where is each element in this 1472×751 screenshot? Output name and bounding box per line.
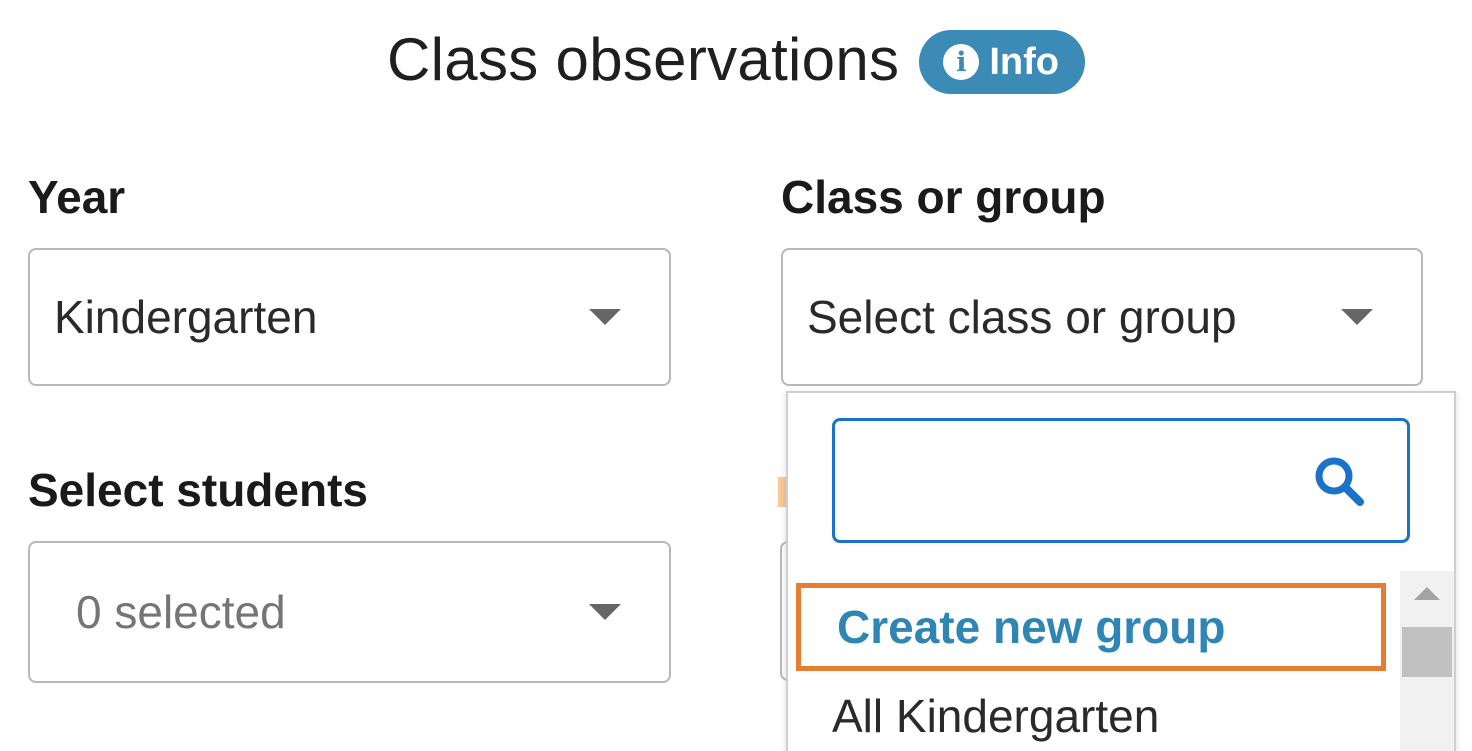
dropdown-option-list: Create new group All Kindergarten [788,571,1398,751]
year-label: Year [28,171,126,223]
select-students-select[interactable]: 0 selected [28,541,671,683]
info-circle-icon: i [943,44,980,80]
chevron-down-icon [589,309,621,325]
info-button-label: Info [989,40,1059,83]
scrollbar-thumb[interactable] [1402,627,1452,677]
scroll-up-arrow-icon[interactable] [1414,587,1440,600]
page-header: Class observations i Info [0,20,1472,100]
page-title: Class observations [387,26,900,93]
info-button[interactable]: i Info [919,30,1085,94]
chevron-down-icon [589,604,621,620]
dropdown-search-input[interactable] [835,421,1407,540]
dropdown-search-field[interactable] [832,418,1410,543]
year-select[interactable]: Kindergarten [28,248,671,386]
dropdown-scrollbar[interactable] [1400,571,1454,751]
class-or-group-select[interactable]: Select class or group [781,248,1423,386]
class-or-group-dropdown: Create new group All Kindergarten [786,391,1456,751]
select-students-label: Select students [28,464,368,516]
chevron-down-icon [1341,309,1373,325]
select-students-value: 0 selected [76,586,286,638]
class-or-group-select-placeholder: Select class or group [807,291,1237,343]
dropdown-option[interactable]: All Kindergarten [788,689,1442,743]
year-select-value: Kindergarten [54,291,318,343]
class-or-group-label: Class or group [781,171,1106,223]
create-new-group-option[interactable]: Create new group [796,583,1386,671]
